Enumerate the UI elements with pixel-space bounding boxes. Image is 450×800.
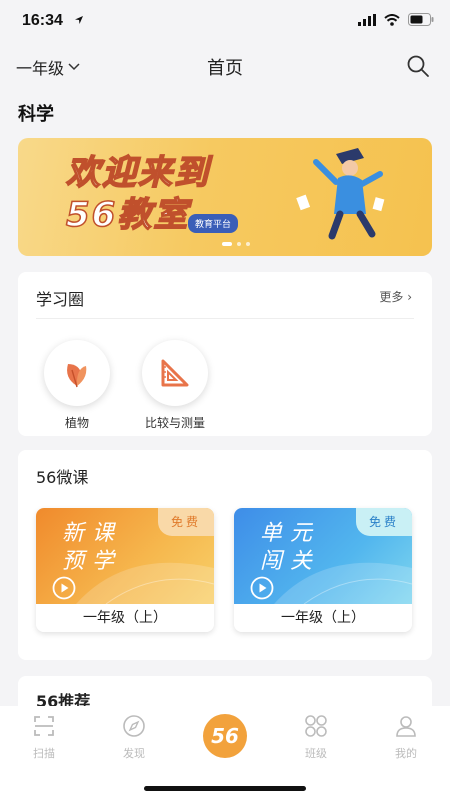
circle-item-plant[interactable]: 植物 (34, 340, 120, 431)
course-title-line: 新课 (62, 521, 123, 546)
circle-item-label: 比较与测量 (144, 416, 205, 430)
status-time: 16:34 (22, 12, 63, 29)
banner-badge: 教育平台 (188, 214, 239, 233)
micro-course-card: 56微课 新课 预学 免费 一年级（上） 单元 闯关 免费 一年级（上） (18, 450, 432, 660)
banner-line-2: 56教室 (65, 194, 190, 236)
triangle-ruler-icon (161, 359, 189, 387)
more-link[interactable]: 更多 › (379, 288, 412, 305)
leaf-icon (67, 364, 87, 388)
tab-home[interactable]: 56 (195, 714, 255, 758)
section-title: 学习圈 (36, 290, 85, 309)
circle-item-label: 植物 (64, 416, 89, 430)
battery-icon (408, 13, 434, 26)
home-logo-icon: 56 (203, 714, 247, 758)
tab-label: 发现 (123, 747, 145, 760)
circle-item-icon-wrap (44, 340, 110, 406)
compass-icon (123, 715, 145, 737)
subject-title: 科学 (18, 104, 54, 125)
tab-label: 我的 (395, 747, 417, 760)
course-card-preview[interactable]: 新课 预学 免费 一年级（上） (36, 508, 214, 632)
signal-icon (358, 13, 376, 26)
search-icon[interactable] (404, 52, 432, 80)
course-title-line: 预学 (62, 549, 123, 574)
graduate-illustration (296, 148, 385, 240)
page-title: 首页 (207, 58, 243, 79)
course-title-line: 闯关 (260, 549, 321, 574)
play-icon[interactable] (250, 576, 274, 600)
header: 一年级 首页 (0, 44, 450, 90)
profile-icon (396, 716, 416, 737)
free-tag: 免费 (356, 508, 412, 536)
carousel-dot[interactable] (246, 242, 250, 246)
play-icon[interactable] (52, 576, 76, 600)
home-logo-text: 56 (211, 724, 239, 748)
banner-carousel[interactable]: 欢迎来到 56教室 教育平台 (18, 138, 432, 256)
carousel-dot[interactable] (222, 242, 232, 246)
carousel-dots[interactable] (222, 242, 250, 246)
learning-circle-card: 学习圈 更多 › 植物 比较与测量 (18, 272, 432, 436)
course-title: 单元 闯关 (260, 520, 320, 576)
status-bar: 16:34 (0, 0, 450, 44)
section-title: 56微课 (36, 468, 89, 487)
course-grade: 一年级（上） (234, 604, 412, 632)
course-title: 新课 预学 (62, 520, 122, 576)
divider (36, 318, 414, 319)
tab-label: 班级 (305, 747, 327, 760)
class-icon (305, 715, 327, 737)
tab-class[interactable]: 班级 (286, 714, 346, 761)
tab-discover[interactable]: 发现 (104, 714, 164, 761)
carousel-dot[interactable] (237, 242, 241, 246)
banner-line-1: 欢迎来到 (65, 152, 210, 194)
course-card-unit[interactable]: 单元 闯关 免费 一年级（上） (234, 508, 412, 632)
course-title-line: 单元 (260, 521, 321, 546)
home-indicator (144, 786, 306, 791)
course-cover: 单元 闯关 免费 (234, 508, 412, 604)
wifi-icon (384, 13, 400, 26)
scan-icon (34, 716, 54, 736)
circle-item-measure[interactable]: 比较与测量 (132, 340, 218, 431)
free-tag: 免费 (158, 508, 214, 536)
tab-scan[interactable]: 扫描 (14, 714, 74, 761)
circle-item-icon-wrap (142, 340, 208, 406)
status-icons (358, 13, 434, 26)
tab-profile[interactable]: 我的 (376, 714, 436, 761)
course-cover: 新课 预学 免费 (36, 508, 214, 604)
course-grade: 一年级（上） (36, 604, 214, 632)
location-arrow-icon (75, 16, 83, 24)
tab-label: 扫描 (33, 747, 55, 760)
